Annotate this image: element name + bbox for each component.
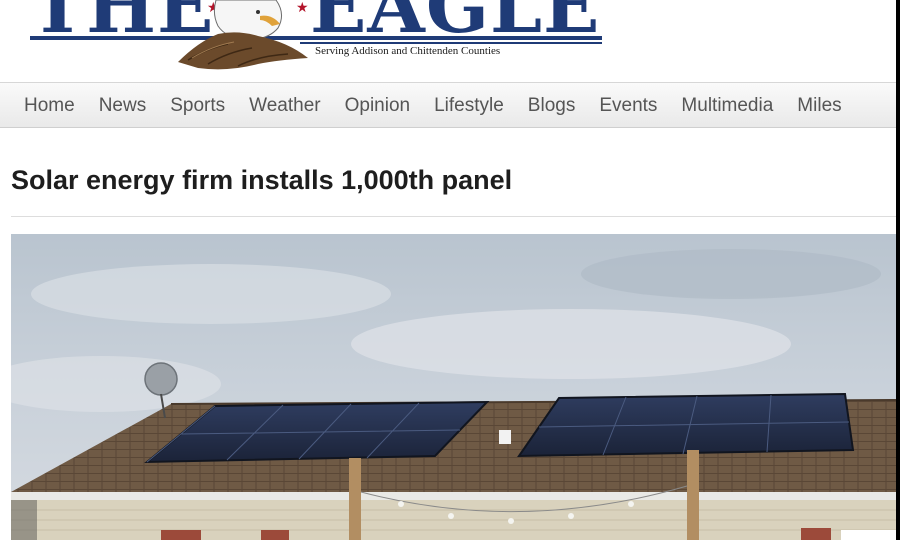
eagle-icon (178, 0, 308, 70)
nav-item-multimedia[interactable]: Multimedia (669, 95, 785, 117)
nav-list: Home News Sports Weather Opinion Lifesty… (12, 83, 854, 127)
logo-rule-secondary (300, 42, 602, 44)
nav-item-lifestyle[interactable]: Lifestyle (422, 95, 516, 117)
window-edge (896, 0, 900, 540)
article-photo[interactable] (11, 234, 900, 540)
nav-item-home[interactable]: Home (12, 95, 87, 117)
nav-item-weather[interactable]: Weather (237, 95, 332, 117)
page: THE EAGLE ★ ★ Serving Addison and Chitte… (0, 0, 900, 540)
nav-item-sports[interactable]: Sports (158, 95, 237, 117)
nav-item-events[interactable]: Events (587, 95, 669, 117)
nav-item-news[interactable]: News (87, 95, 159, 117)
tagline: Serving Addison and Chittenden Counties (315, 45, 501, 57)
headline-divider (11, 216, 900, 217)
article-headline: Solar energy firm installs 1,000th panel (11, 165, 513, 195)
main-nav: Home News Sports Weather Opinion Lifesty… (0, 82, 900, 128)
nav-item-blogs[interactable]: Blogs (516, 95, 588, 117)
solar-roof-photo (11, 234, 900, 540)
masthead: THE EAGLE ★ ★ Serving Addison and Chitte… (0, 0, 900, 82)
nav-item-opinion[interactable]: Opinion (333, 95, 423, 117)
nav-item-miles[interactable]: Miles (785, 95, 853, 117)
